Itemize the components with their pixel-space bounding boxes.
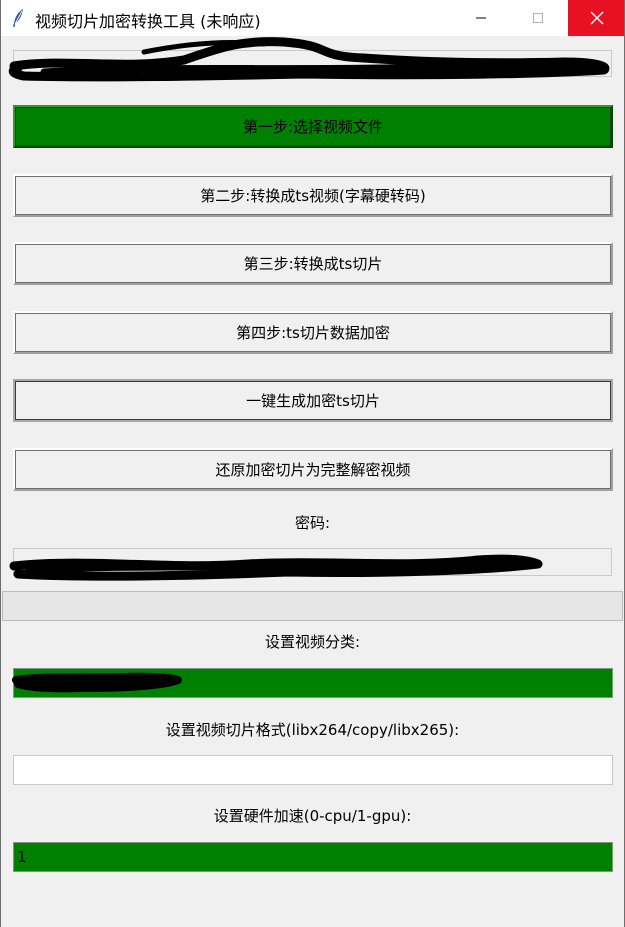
convert-ts-video-button[interactable]: 第二步:转换成ts视频(字幕硬转码) bbox=[13, 174, 613, 217]
encrypt-slices-button[interactable]: 第四步:ts切片数据加密 bbox=[13, 311, 613, 354]
minimize-icon bbox=[475, 17, 486, 19]
password-label: 密码: bbox=[294, 514, 331, 532]
password-entry[interactable] bbox=[13, 548, 612, 576]
category-label: 设置视频分类: bbox=[264, 633, 361, 651]
hwaccel-entry[interactable]: 1 bbox=[13, 842, 613, 872]
window-title: 视频切片加密转换工具 (未响应) bbox=[35, 12, 261, 31]
hwaccel-label: 设置硬件加速(0-cpu/1-gpu): bbox=[213, 807, 412, 825]
one-click-encrypt-button[interactable]: 一键生成加密ts切片 bbox=[13, 379, 613, 422]
minimize-button[interactable] bbox=[452, 0, 509, 36]
convert-ts-slices-button[interactable]: 第三步:转换成ts切片 bbox=[13, 242, 613, 285]
maximize-button[interactable] bbox=[509, 0, 566, 36]
maximize-icon bbox=[532, 13, 543, 23]
file-path-entry[interactable] bbox=[13, 50, 612, 77]
progress-bar bbox=[2, 591, 623, 621]
close-icon bbox=[590, 11, 603, 25]
format-label: 设置视频切片格式(libx264/copy/libx265): bbox=[165, 721, 460, 739]
close-button[interactable] bbox=[568, 0, 625, 36]
title-bar[interactable]: 视频切片加密转换工具 (未响应) bbox=[0, 0, 625, 36]
format-entry[interactable] bbox=[13, 755, 613, 785]
feather-icon bbox=[13, 9, 23, 27]
category-entry[interactable] bbox=[13, 668, 613, 698]
hwaccel-entry-value: 1 bbox=[17, 848, 27, 866]
restore-decrypt-button[interactable]: 还原加密切片为完整解密视频 bbox=[13, 448, 613, 491]
select-video-button[interactable]: 第一步:选择视频文件 bbox=[13, 105, 613, 148]
